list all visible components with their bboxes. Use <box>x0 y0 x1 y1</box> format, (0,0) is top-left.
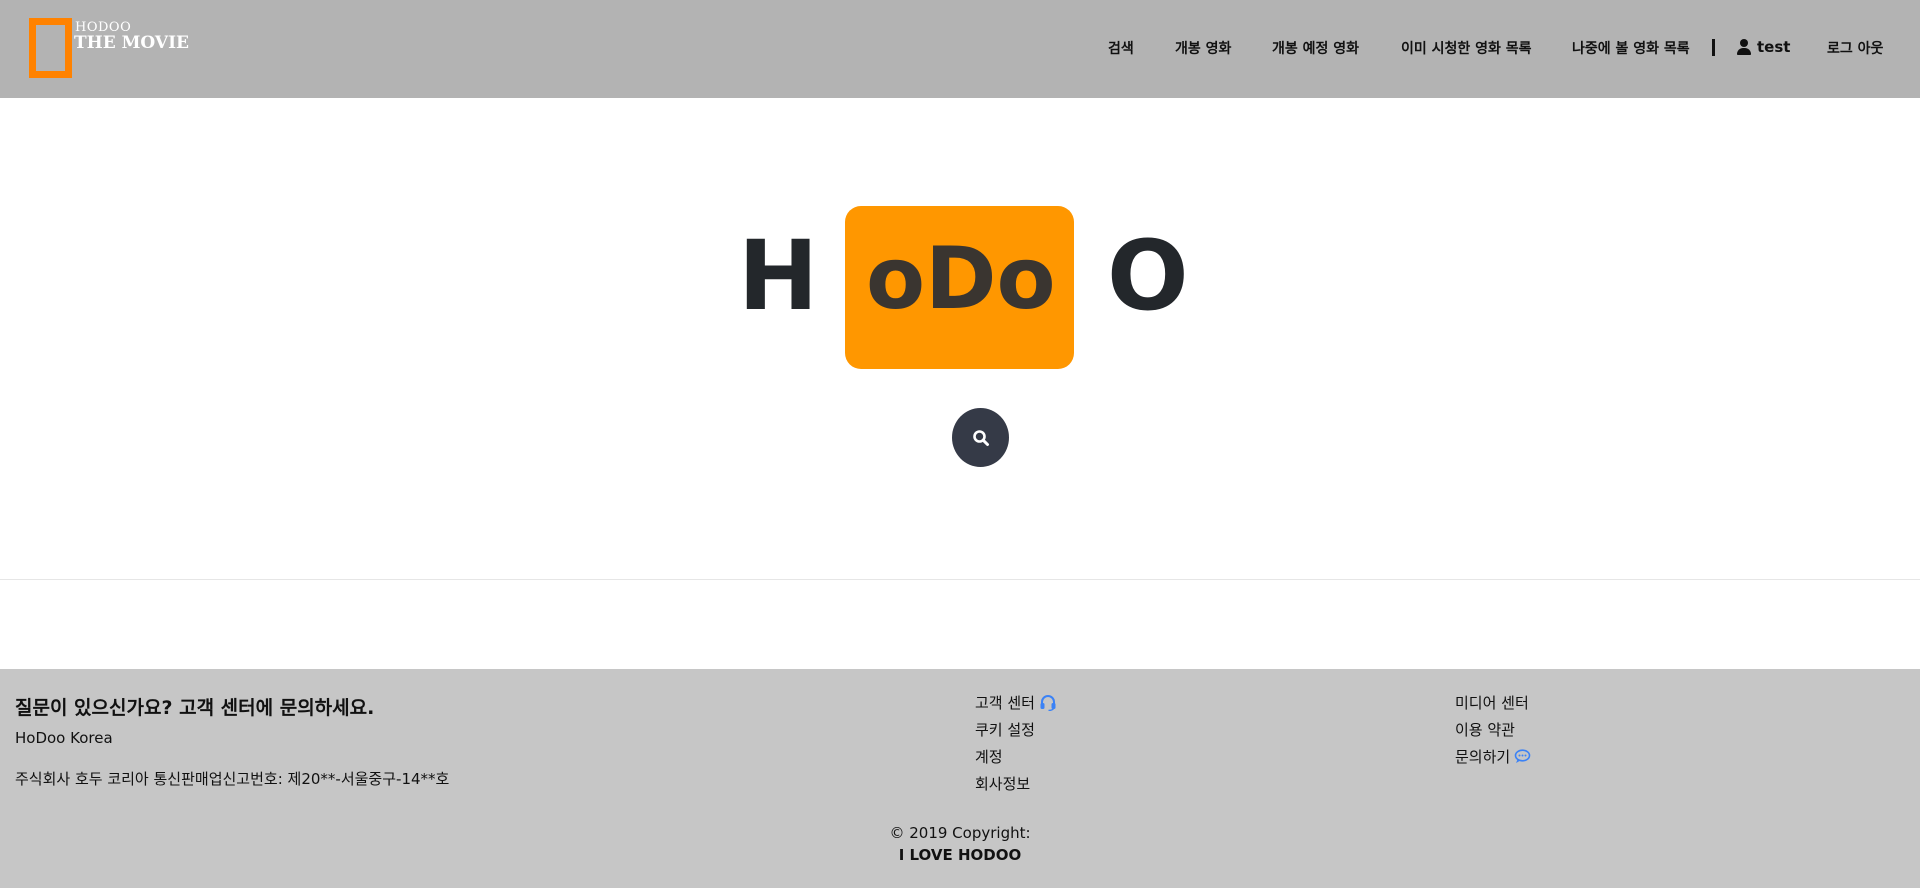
search-icon <box>972 429 989 446</box>
footer-link-terms[interactable]: 이용 약관 <box>1455 719 1515 740</box>
footer-copyright: © 2019 Copyright: <box>889 824 1031 842</box>
logo-frame <box>29 18 72 78</box>
nav-upcoming[interactable]: 개봉 예정 영화 <box>1272 38 1359 58</box>
user-icon <box>1737 39 1751 55</box>
section-divider <box>0 579 1920 580</box>
footer-link-support[interactable]: 고객 센터 <box>975 692 1057 713</box>
nav-divider <box>1712 39 1715 56</box>
footer-tagline: I LOVE HODOO <box>898 846 1022 864</box>
footer-link-company-info[interactable]: 회사정보 <box>975 773 1030 794</box>
nav-watch-later[interactable]: 나중에 볼 영화 목록 <box>1572 38 1690 58</box>
footer-link-account[interactable]: 계정 <box>975 746 1003 767</box>
site-logo[interactable]: HODOO THE MOVIE <box>29 18 189 80</box>
footer-title: 질문이 있으신가요? 고객 센터에 문의하세요. <box>15 697 375 719</box>
nav-now-showing[interactable]: 개봉 영화 <box>1175 38 1231 58</box>
nav-watched[interactable]: 이미 시청한 영화 목록 <box>1401 38 1532 58</box>
logo-title: THE MOVIE <box>74 33 190 53</box>
user-menu[interactable]: test <box>1737 38 1790 56</box>
footer-company: HoDoo Korea <box>15 729 113 747</box>
hero-letter-right: O <box>1107 220 1189 332</box>
site-header: HODOO THE MOVIE 검색 개봉 영화 개봉 예정 영화 이미 시청한… <box>0 0 1920 98</box>
headset-icon <box>1040 694 1056 711</box>
footer-link-media[interactable]: 미디어 센터 <box>1455 692 1529 713</box>
search-button[interactable] <box>952 408 1009 467</box>
chat-bubble-icon <box>1514 749 1531 763</box>
site-footer: 질문이 있으신가요? 고객 센터에 문의하세요. HoDoo Korea 주식회… <box>0 669 1920 888</box>
footer-link-inquiry[interactable]: 문의하기 <box>1455 746 1531 767</box>
footer-link-inquiry-label: 문의하기 <box>1455 748 1511 766</box>
hero-letter-left: H <box>738 220 819 332</box>
footer-address: 주식회사 호두 코리아 통신판매업신고번호: 제20**-서울중구-14**호 <box>15 770 450 788</box>
username-label: test <box>1757 38 1791 56</box>
footer-link-support-label: 고객 센터 <box>975 694 1035 712</box>
footer-link-cookies[interactable]: 쿠키 설정 <box>975 719 1035 740</box>
nav-search[interactable]: 검색 <box>1108 38 1134 58</box>
hero-highlight-text: oDo <box>866 229 1056 329</box>
nav-logout[interactable]: 로그 아웃 <box>1827 38 1883 58</box>
